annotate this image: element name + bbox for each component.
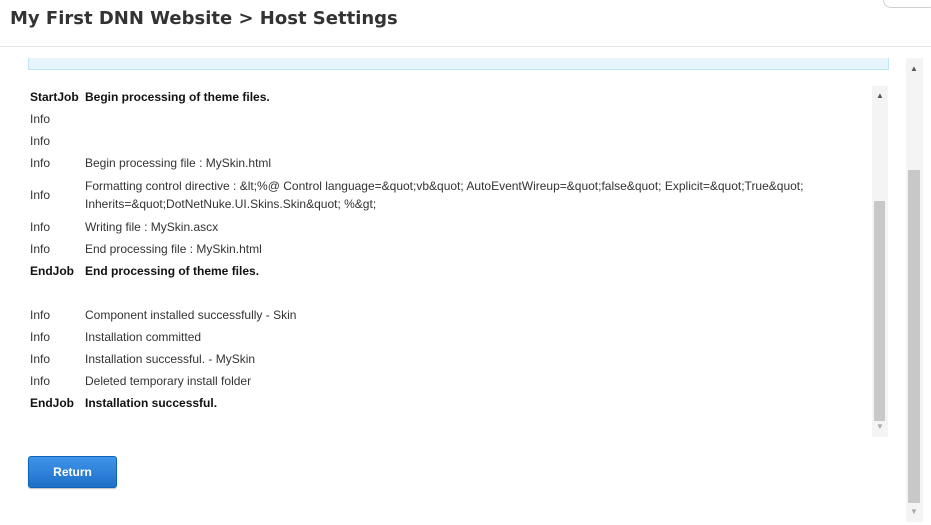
return-button[interactable]: Return (28, 456, 117, 488)
log-scrollbar-thumb[interactable] (874, 201, 885, 421)
log-row-type: EndJob (30, 264, 74, 278)
log-row-message: Begin processing file : MySkin.html (85, 156, 272, 170)
log-scrollbar[interactable]: ▲ ▼ (872, 86, 888, 437)
log-row-message: Writing file : MySkin.ascx (85, 220, 219, 234)
log-row-type: Info (30, 330, 51, 344)
log-row: Info Installation successful. - MySkin (28, 348, 870, 370)
info-banner (28, 58, 889, 70)
log-row: Info (28, 108, 870, 130)
log-row-type: Info (30, 242, 51, 256)
log-row-type: Info (30, 308, 51, 322)
log-row: StartJob Begin processing of theme files. (28, 86, 870, 108)
log-row-type: Info (30, 220, 51, 234)
log-row-message: End processing file : MySkin.html (85, 242, 262, 256)
triangle-down-icon[interactable]: ▼ (872, 419, 888, 435)
triangle-up-icon[interactable]: ▲ (872, 88, 888, 104)
triangle-up-icon[interactable]: ▲ (906, 61, 922, 77)
page-header: My First DNN Website > Host Settings (0, 0, 931, 47)
corner-widget[interactable] (883, 0, 931, 8)
log-row-type: Info (30, 134, 51, 148)
log-row: EndJob Installation successful. (28, 392, 870, 414)
log-row: Info Formatting control directive : &lt;%… (28, 174, 870, 216)
log-row-message: Begin processing of theme files. (85, 90, 270, 104)
page-scrollbar-thumb[interactable] (908, 170, 920, 503)
log-row-message: Deleted temporary install folder (85, 374, 252, 388)
log-row-message: Installation successful. - MySkin (85, 352, 256, 366)
log-row-message: Formatting control directive : &lt;%@ Co… (85, 179, 804, 211)
triangle-down-icon[interactable]: ▼ (906, 504, 922, 520)
log-row: Info Deleted temporary install folder (28, 370, 870, 392)
log-row-message: End processing of theme files. (85, 264, 260, 278)
log-row-message: Component installed successfully - Skin (85, 308, 297, 322)
log-row-type: Info (30, 188, 51, 202)
page-title: My First DNN Website > Host Settings (10, 8, 398, 29)
log-row: Info Begin processing file : MySkin.html (28, 152, 870, 174)
log-row: Info Installation committed (28, 326, 870, 348)
log-row: EndJob End processing of theme files. (28, 260, 870, 282)
log-row-type: Info (30, 352, 51, 366)
log-row-type: Info (30, 374, 51, 388)
log-row-type: EndJob (30, 396, 74, 410)
log-row-type: StartJob (30, 90, 79, 104)
page-scrollbar[interactable]: ▲ ▼ (906, 58, 923, 522)
log-row-message: Installation committed (85, 330, 202, 344)
log-rows: StartJob Begin processing of theme files.… (28, 86, 870, 414)
log-row-type: Info (30, 112, 51, 126)
log-row (28, 282, 870, 304)
log-row: Info Component installed successfully - S… (28, 304, 870, 326)
log-row: Info Writing file : MySkin.ascx (28, 216, 870, 238)
log-row: Info (28, 130, 870, 152)
log-row: Info End processing file : MySkin.html (28, 238, 870, 260)
log-row-type: Info (30, 156, 51, 170)
log-row-message: Installation successful. (85, 396, 218, 410)
install-log-panel: StartJob Begin processing of theme files.… (28, 86, 888, 437)
